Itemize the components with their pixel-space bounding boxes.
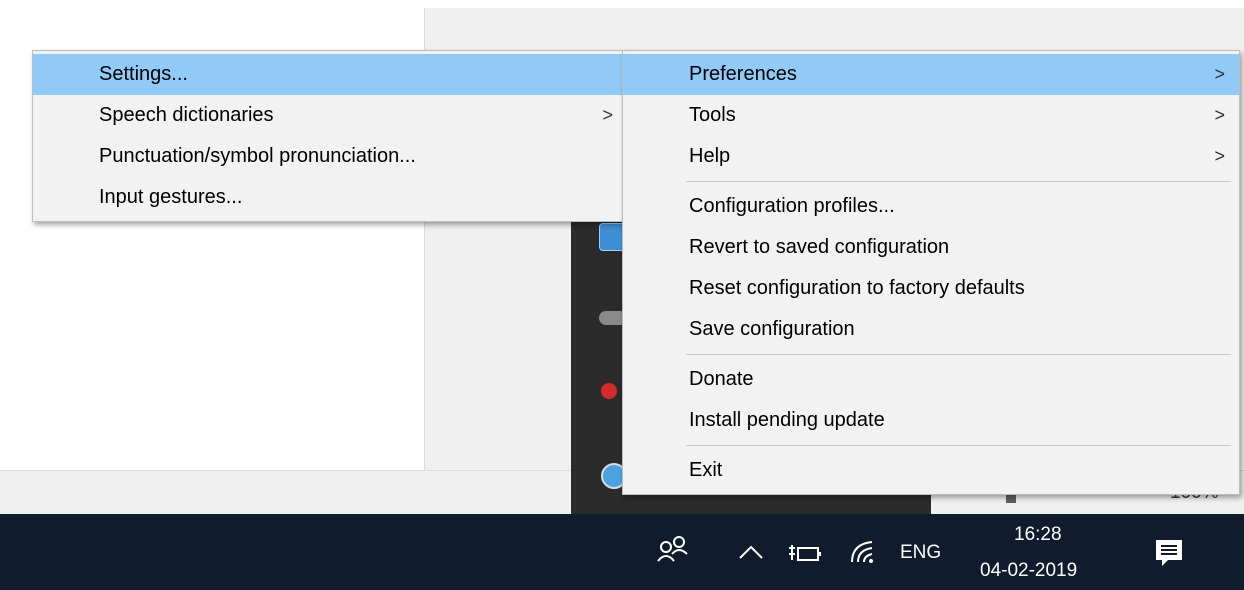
language-indicator[interactable]: ENG <box>900 542 941 564</box>
menu-item-preferences[interactable]: Preferences > <box>623 54 1239 95</box>
menu-item-speech-dictionaries[interactable]: Speech dictionaries > <box>33 95 627 136</box>
wifi-icon[interactable] <box>848 540 878 564</box>
menu-item-help[interactable]: Help > <box>623 136 1239 177</box>
menu-item-install-pending-update[interactable]: Install pending update <box>623 400 1239 441</box>
menu-item-save-configuration[interactable]: Save configuration <box>623 309 1239 350</box>
menu-separator <box>686 181 1231 182</box>
menu-item-punctuation-symbol-pronunciation[interactable]: Punctuation/symbol pronunciation... <box>33 136 627 177</box>
menu-item-revert-to-saved-configuration[interactable]: Revert to saved configuration <box>623 227 1239 268</box>
preferences-submenu: Settings... Speech dictionaries > Punctu… <box>32 50 628 222</box>
chevron-right-icon: > <box>1214 105 1225 125</box>
menu-item-configuration-profiles[interactable]: Configuration profiles... <box>623 186 1239 227</box>
chevron-right-icon: > <box>1214 146 1225 166</box>
menu-item-reset-configuration[interactable]: Reset configuration to factory defaults <box>623 268 1239 309</box>
menu-item-input-gestures[interactable]: Input gestures... <box>33 177 627 218</box>
chevron-up-icon[interactable] <box>738 544 764 560</box>
menu-item-donate[interactable]: Donate <box>623 359 1239 400</box>
people-icon[interactable] <box>656 534 690 562</box>
menu-item-settings[interactable]: Settings... <box>33 54 627 95</box>
nvda-main-menu: Preferences > Tools > Help > Configurati… <box>622 50 1240 495</box>
menu-separator <box>686 354 1231 355</box>
chevron-right-icon: > <box>602 105 613 125</box>
menu-separator <box>686 445 1231 446</box>
action-center-icon[interactable] <box>1154 538 1184 568</box>
battery-icon[interactable] <box>786 542 822 564</box>
menu-item-exit[interactable]: Exit <box>623 450 1239 491</box>
clock-date[interactable]: 04-02-2019 <box>980 560 1077 582</box>
chevron-right-icon: > <box>1214 64 1225 84</box>
clock-time[interactable]: 16:28 <box>1014 524 1062 546</box>
red-app-icon[interactable] <box>601 383 617 399</box>
menu-item-tools[interactable]: Tools > <box>623 95 1239 136</box>
background-top-strip <box>424 0 1244 8</box>
